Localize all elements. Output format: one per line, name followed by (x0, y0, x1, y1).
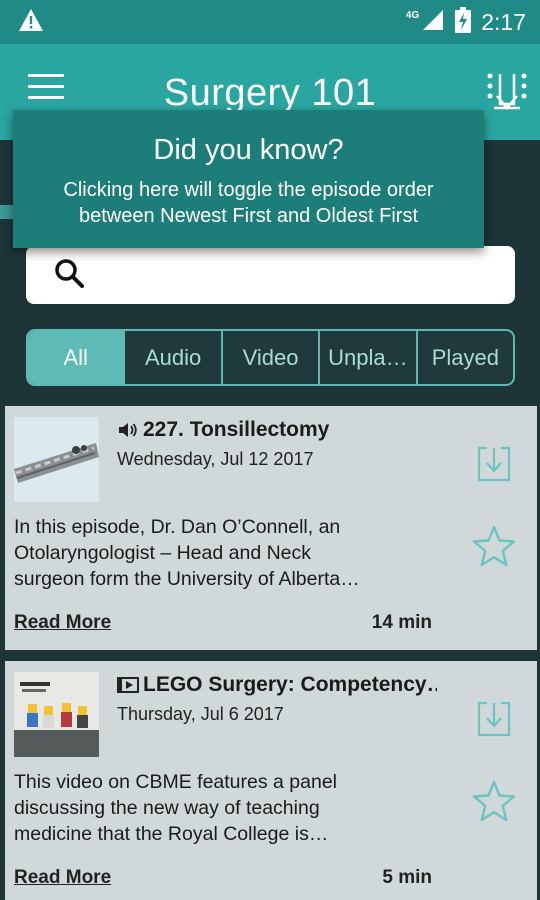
description-line: In this episode, Dr. Dan O’Connell, an (14, 516, 341, 538)
favorite-button[interactable] (471, 524, 517, 568)
video-icon (117, 677, 139, 693)
download-button[interactable] (475, 444, 513, 484)
star-icon (472, 525, 516, 567)
episode-description: In this episode, Dr. Dan O’Connell, an O… (14, 514, 444, 592)
download-button[interactable] (475, 699, 513, 739)
episode-duration: 14 min (371, 612, 432, 633)
description-line: surgeon form the University of Alberta… (14, 568, 360, 590)
episode-card[interactable]: LEGO Surgery: Competency… Thursday, Jul … (5, 661, 537, 900)
episode-thumbnail (14, 417, 99, 502)
audio-icon (119, 423, 137, 437)
episode-thumbnail (14, 672, 99, 757)
tab-all[interactable]: All (28, 331, 126, 384)
episode-date: Thursday, Jul 6 2017 (117, 704, 284, 724)
download-icon (477, 701, 511, 737)
did-you-know-tooltip[interactable]: Did you know? Clicking here will toggle … (13, 110, 484, 248)
network-type: 4G (405, 9, 420, 21)
episode-title-text: LEGO Surgery: Competency… (143, 673, 437, 696)
status-time: 2:17 (481, 8, 526, 35)
download-icon (477, 446, 511, 482)
episode-title: LEGO Surgery: Competency… (117, 673, 437, 697)
tooltip-line: Clicking here will toggle the episode or… (63, 179, 434, 201)
signal-icon (421, 8, 445, 37)
tab-unplayed[interactable]: Unpla… (320, 331, 418, 384)
battery-icon (455, 6, 472, 38)
status-bar: 4G 2:17 (0, 0, 540, 44)
tooltip-body: Clicking here will toggle the episode or… (13, 177, 484, 229)
episode-description: This video on CBME features a panel disc… (14, 769, 444, 847)
read-more-link[interactable]: Read More (14, 612, 111, 634)
favorite-button[interactable] (471, 779, 517, 823)
filter-tabs: All Audio Video Unpla… Played (26, 329, 515, 386)
episode-title-text: 227. Tonsillectomy (143, 418, 330, 441)
episode-date: Wednesday, Jul 12 2017 (117, 449, 314, 469)
description-line: Otolaryngologist – Head and Neck (14, 542, 312, 564)
tab-audio[interactable]: Audio (125, 331, 223, 384)
star-icon (472, 780, 516, 822)
read-more-link[interactable]: Read More (14, 867, 111, 889)
tab-played[interactable]: Played (418, 331, 513, 384)
episode-duration: 5 min (382, 867, 432, 888)
sort-order-icon (487, 73, 527, 110)
description-line: medicine that the Royal College is… (14, 823, 329, 845)
search-box[interactable] (26, 246, 515, 304)
alert-icon (18, 8, 44, 37)
description-line: discussing the new way of teaching (14, 797, 320, 819)
tooltip-title: Did you know? (153, 134, 344, 166)
sort-order-button[interactable] (484, 70, 530, 112)
search-icon (54, 258, 84, 293)
description-line: This video on CBME features a panel (14, 771, 338, 793)
tooltip-line: between Newest First and Oldest First (78, 205, 418, 227)
tab-video[interactable]: Video (223, 331, 321, 384)
status-indicators: 4G 2:17 (405, 6, 526, 38)
episode-title: 227. Tonsillectomy (117, 418, 437, 442)
episode-card[interactable]: 227. Tonsillectomy Wednesday, Jul 12 201… (5, 406, 537, 650)
search-input[interactable] (98, 246, 515, 304)
app-title: Surgery 101 (163, 72, 377, 114)
